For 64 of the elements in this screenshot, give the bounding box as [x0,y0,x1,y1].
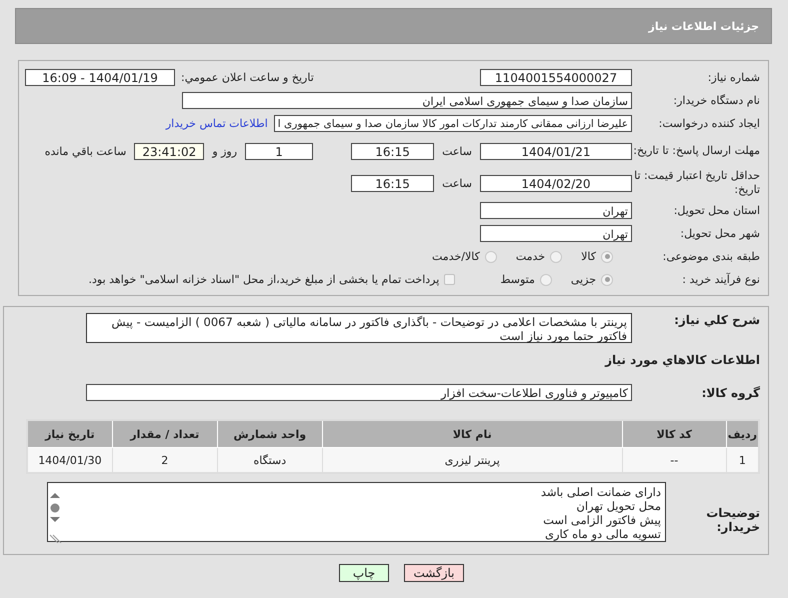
table-cell: 1404/01/30 [27,448,112,473]
table-cell: پرینتر لیزری [322,448,622,473]
note-line: تسویه مالی دو ماه کاری [544,527,661,541]
field-label: حداقل تاریخ اعتبار قیمت: تا تاریخ: [633,169,760,197]
radio-label: جزیی [570,273,596,286]
days-label: روز و [210,144,238,158]
date-field: 1404/01/21 [480,142,632,160]
radio-label: کالا [581,250,596,263]
field-label: توضیحات خریدار: [705,506,760,534]
field-label: نام دستگاه خریدار: [672,94,760,107]
note-line: دارای ضمانت اصلی باشد [540,485,661,499]
field-label: ایجاد کننده درخواست: [658,117,760,130]
column-header: تاریخ نیاز [27,420,112,448]
print-button[interactable]: چاپ [339,564,389,582]
requester-field: علیرضا ارزانی ممقانی کارمند تدارکات امور کالا سازمان صدا و سیمای جمهوری ا [274,115,632,132]
time-field: 16:15 [351,142,434,160]
field-label: شرح کلي نیاز: [673,313,760,327]
table-cell: -- [622,448,726,473]
column-header: تعداد / مقدار [112,420,218,448]
field-label: طبقه بندی موضوعی: [662,250,760,263]
remaining-time-field: 23:41:02 [134,142,204,160]
table-cell: دستگاه [217,448,322,473]
column-header: واحد شمارش [217,420,322,448]
radio-label: متوسط [500,273,535,286]
checkbox[interactable] [444,274,456,285]
announce-date-field: 1404/01/19 - 16:09 [25,69,175,86]
radio-button[interactable] [540,274,552,286]
note-line: محل تحویل تهران [575,499,661,513]
radio-button[interactable] [601,274,613,286]
checkbox-label: پرداخت تمام یا بخشی از مبلغ خرید،از محل "اسناد خزانه اسلامی" خواهد بود. [88,273,440,286]
field-label: شهر محل تحویل: [679,227,760,240]
column-header: نام کالا [322,420,622,448]
field-label: تاریخ و ساعت اعلان عمومي: [181,71,314,84]
field-label: گروه کالا: [700,386,760,400]
city-field: تهران [480,225,632,242]
radio-label: خدمت [516,250,546,263]
table-cell: 2 [112,448,218,473]
time-label: ساعت [441,144,473,158]
remaining-label: ساعت باقي مانده [44,144,128,158]
time-label: ساعت [441,176,473,190]
days-field: 1 [245,142,314,160]
back-button[interactable]: بازگشت [404,564,464,582]
column-header: کد کالا [622,420,726,448]
need-number-field: 1104001554000027 [480,69,632,86]
field-label: مهلت ارسال پاسخ: تا تاریخ: [632,144,760,158]
radio-label: کالا/خدمت [432,250,480,263]
radio-button[interactable] [601,250,613,262]
table-cell: 1 [726,448,759,473]
date-field: 1404/02/20 [480,174,632,192]
contact-link[interactable]: اطلاعات تماس خریدار [166,117,268,130]
radio-button[interactable] [484,250,497,262]
goods-group-field: کامپیوتر و فناوری اطلاعات-سخت افزار [86,384,632,401]
column-header: ردیف [726,420,759,448]
buyer-org-field: سازمان صدا و سیمای جمهوری اسلامی ایران [182,92,632,109]
note-line: پیش فاکتور الزامی است [542,513,661,527]
field-label: استان محل تحویل: [672,204,760,217]
province-field: تهران [480,202,632,219]
description-field: پرینتر با مشخصات اعلامی در توضیحات - باگذاری فاکتور در سامانه مالیاتی ( شعبه 0067 ) الزامیست - پیش فاکتور حتما مورد نیاز است [86,313,632,343]
field-label: نوع فرآیند خرید : [681,273,760,286]
section-heading: اطلاعات کالاهاي مورد نیاز [604,353,760,367]
radio-button[interactable] [550,250,562,262]
field-label: شماره نیاز: [706,71,760,84]
page-title: جزئیات اطلاعات نیاز [648,20,759,32]
time-field: 16:15 [351,174,434,192]
